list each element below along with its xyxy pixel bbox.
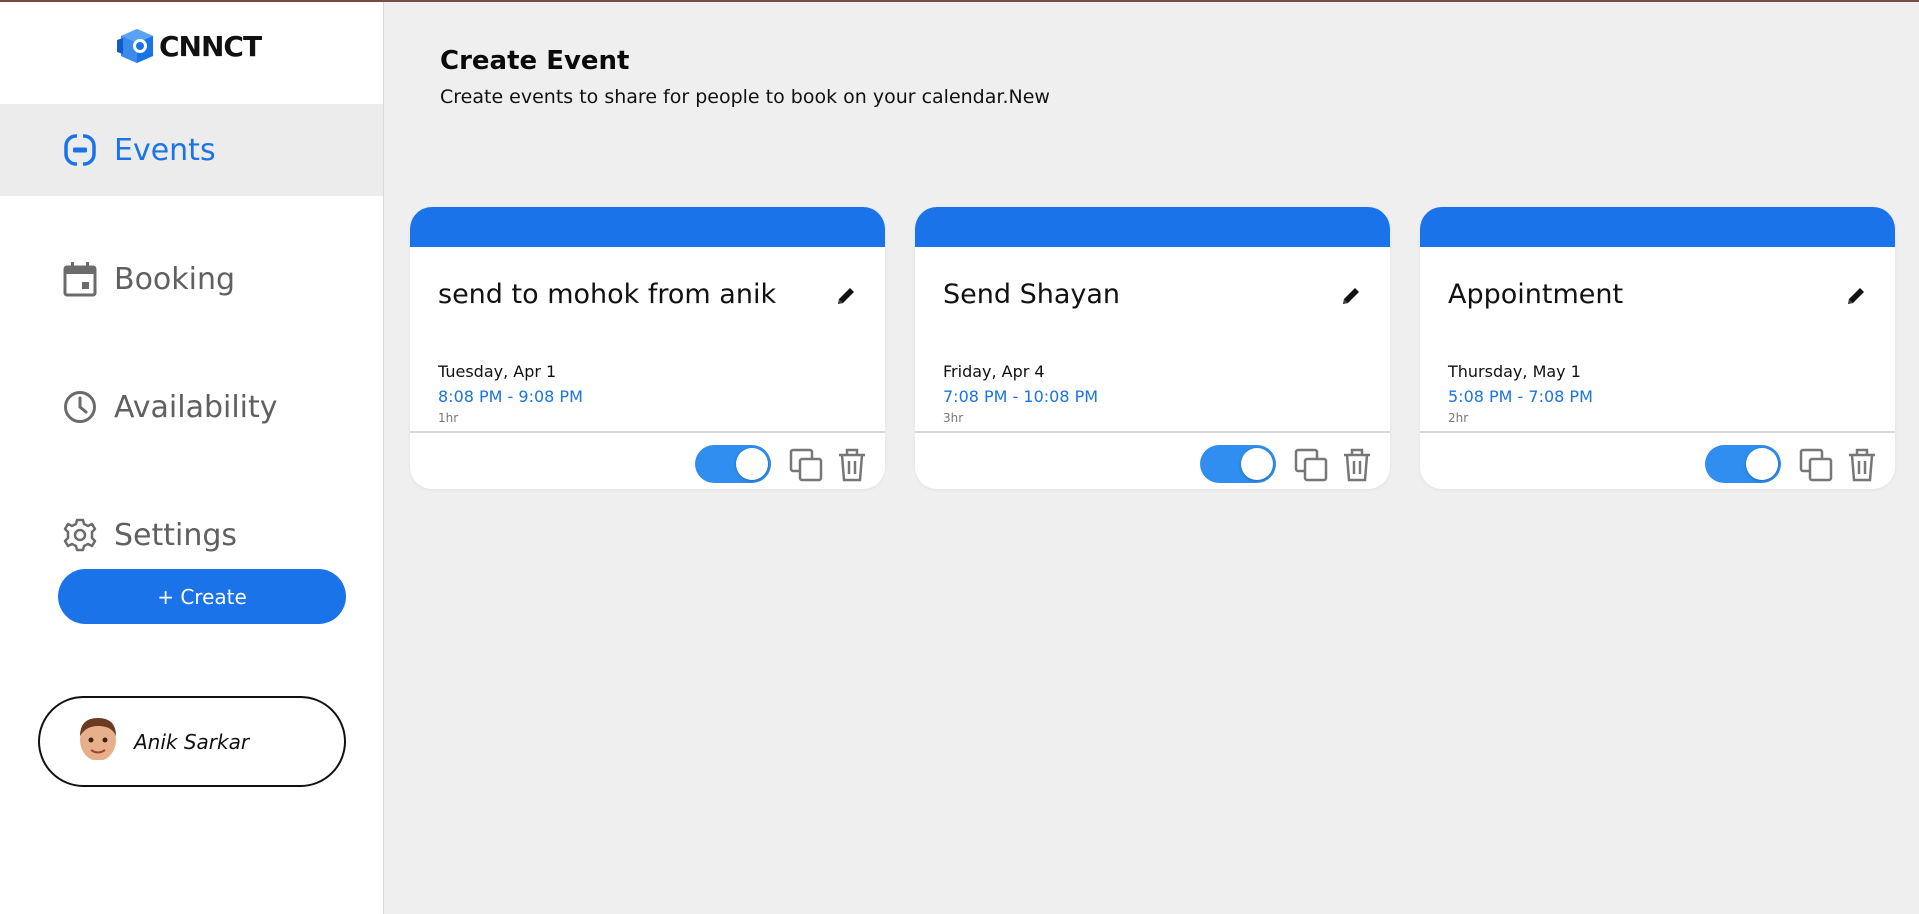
cube-logo-icon: [117, 29, 153, 63]
card-header: [1420, 207, 1895, 247]
copy-icon[interactable]: [1798, 447, 1834, 483]
event-time: 5:08 PM - 7:08 PM: [1448, 387, 1593, 406]
event-enabled-toggle[interactable]: [1200, 445, 1276, 483]
event-duration: 3hr: [943, 411, 964, 425]
page-title: Create Event: [440, 46, 630, 76]
sidebar-item-label: Booking: [114, 261, 236, 297]
page-subtitle: Create events to share for people to boo…: [440, 86, 1050, 108]
sidebar-item-label: Settings: [114, 517, 238, 553]
card-header: [410, 207, 885, 247]
event-date: Friday, Apr 4: [943, 362, 1045, 381]
gear-icon: [62, 517, 98, 553]
user-name: Anik Sarkar: [134, 729, 250, 754]
calendar-icon: [62, 261, 98, 297]
event-card: Send Shayan Friday, Apr 4 7:08 PM - 10:0…: [915, 207, 1390, 489]
events-icon: [62, 132, 98, 168]
divider: [1420, 431, 1895, 433]
pencil-icon[interactable]: [1845, 285, 1867, 307]
sidebar-item-events[interactable]: Events: [0, 104, 383, 196]
sidebar-item-label: Events: [114, 132, 216, 168]
event-card: send to mohok from anik Tuesday, Apr 1 8…: [410, 207, 885, 489]
event-date: Tuesday, Apr 1: [438, 362, 557, 381]
avatar: [80, 717, 116, 770]
event-title: Appointment: [1448, 279, 1624, 310]
event-time: 7:08 PM - 10:08 PM: [943, 387, 1099, 406]
event-card: Appointment Thursday, May 1 5:08 PM - 7:…: [1420, 207, 1895, 489]
brand-name: CNNCT: [159, 29, 262, 63]
copy-icon[interactable]: [788, 447, 824, 483]
brand-logo[interactable]: CNNCT: [115, 26, 262, 66]
event-date: Thursday, May 1: [1448, 362, 1581, 381]
sidebar: CNNCT Events Booking Availability Settin…: [0, 2, 384, 914]
divider: [410, 431, 885, 433]
trash-icon[interactable]: [1340, 447, 1374, 483]
event-duration: 2hr: [1448, 411, 1469, 425]
copy-icon[interactable]: [1293, 447, 1329, 483]
pencil-icon[interactable]: [835, 285, 857, 307]
create-button[interactable]: + Create: [58, 569, 346, 624]
event-duration: 1hr: [438, 411, 459, 425]
sidebar-item-label: Availability: [114, 389, 278, 425]
divider: [915, 431, 1390, 433]
pencil-icon[interactable]: [1340, 285, 1362, 307]
clock-icon: [62, 389, 98, 425]
card-header: [915, 207, 1390, 247]
sidebar-item-availability[interactable]: Availability: [0, 361, 383, 453]
event-enabled-toggle[interactable]: [1705, 445, 1781, 483]
event-title: send to mohok from anik: [438, 279, 777, 310]
toggle-knob: [1746, 448, 1778, 480]
sidebar-item-settings[interactable]: Settings: [0, 489, 383, 581]
toggle-knob: [1241, 448, 1273, 480]
toggle-knob: [736, 448, 768, 480]
event-enabled-toggle[interactable]: [695, 445, 771, 483]
trash-icon[interactable]: [835, 447, 869, 483]
event-title: Send Shayan: [943, 279, 1121, 310]
sidebar-item-booking[interactable]: Booking: [0, 233, 383, 325]
event-time: 8:08 PM - 9:08 PM: [438, 387, 583, 406]
trash-icon[interactable]: [1845, 447, 1879, 483]
user-profile-button[interactable]: Anik Sarkar: [38, 696, 346, 787]
